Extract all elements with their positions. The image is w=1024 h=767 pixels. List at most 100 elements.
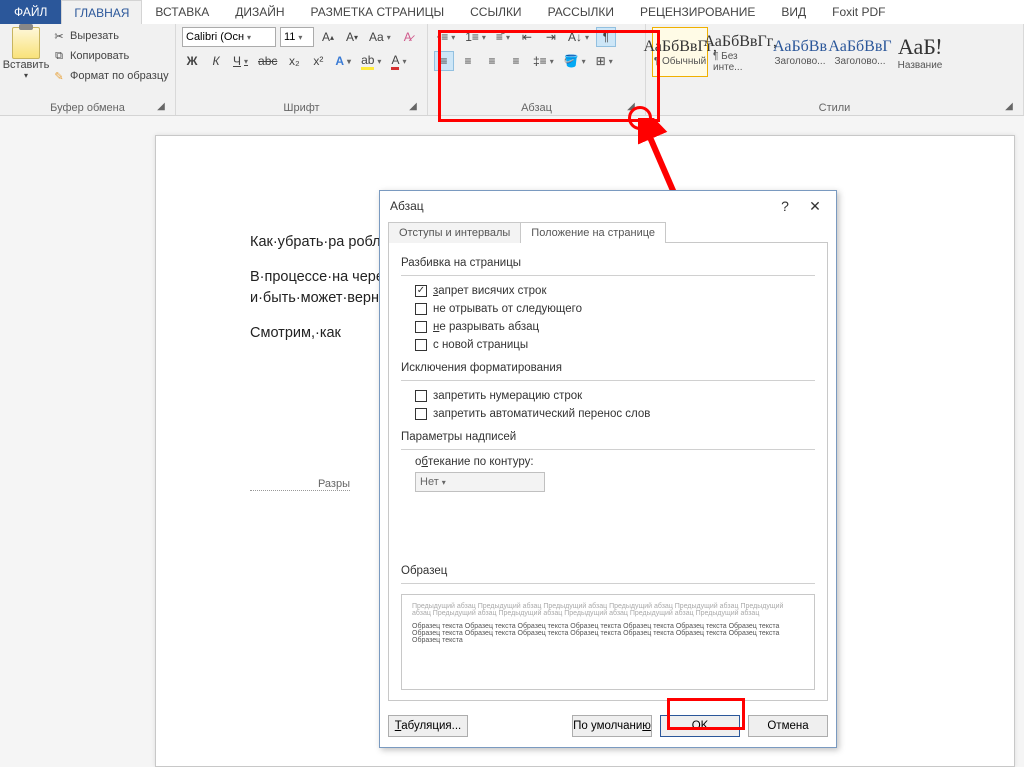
- scissors-icon: ✂: [52, 29, 66, 43]
- line-spacing-button[interactable]: ‡≡: [530, 51, 557, 71]
- borders-button[interactable]: ⊞: [593, 51, 616, 71]
- show-marks-button[interactable]: ¶: [596, 27, 616, 47]
- clipboard-launcher-icon[interactable]: ◢: [155, 101, 167, 113]
- checkbox-icon: [415, 339, 427, 351]
- grow-font-button[interactable]: A▴: [318, 27, 338, 47]
- align-center-button[interactable]: ≡: [458, 51, 478, 71]
- tab-mailings[interactable]: РАССЫЛКИ: [535, 0, 627, 24]
- section-preview: Образец: [401, 565, 815, 577]
- align-right-button[interactable]: ≡: [482, 51, 502, 71]
- checkbox-icon: [415, 321, 427, 333]
- chk-no-hyphenation[interactable]: запретить автоматический перенос слов: [415, 408, 815, 420]
- chk-keep-with-next[interactable]: не отрывать от следующего: [415, 303, 815, 315]
- chk-page-break-before[interactable]: с новой страницы: [415, 339, 815, 351]
- styles-launcher-icon[interactable]: ◢: [1003, 101, 1015, 113]
- chk-widow-control[interactable]: ✓запрет висячих строк: [415, 285, 815, 297]
- paste-icon: [12, 27, 40, 59]
- checkbox-icon: [415, 408, 427, 420]
- superscript-button[interactable]: x²: [308, 51, 328, 71]
- tab-file[interactable]: ФАЙЛ: [0, 0, 61, 24]
- pilcrow-icon: ¶: [603, 30, 609, 44]
- brush-icon: ✎: [52, 69, 66, 83]
- numbering-button[interactable]: 1≡: [462, 27, 489, 47]
- copy-button[interactable]: ⧉Копировать: [52, 47, 169, 65]
- wrap-label: обтекание по контуру:: [415, 456, 815, 468]
- ok-button[interactable]: OK: [660, 715, 740, 737]
- bullets-icon: •≡: [437, 30, 448, 44]
- paste-label: Вставить: [3, 59, 50, 71]
- clear-formatting-button[interactable]: A̷: [398, 27, 418, 47]
- text-effects-button[interactable]: A: [332, 51, 354, 71]
- copy-icon: ⧉: [52, 49, 66, 63]
- indent-icon: ⇥: [546, 30, 556, 44]
- highlight-icon: ab: [361, 53, 374, 70]
- highlight-button[interactable]: ab: [358, 51, 384, 71]
- tab-home[interactable]: ГЛАВНАЯ: [61, 0, 142, 24]
- group-label-clipboard: Буфер обмена◢: [6, 100, 169, 114]
- dialog-title: Абзац: [390, 199, 424, 213]
- chk-suppress-line-numbers[interactable]: запретить нумерацию строк: [415, 390, 815, 402]
- dialog-tab-indents[interactable]: Отступы и интервалы: [388, 222, 521, 243]
- tab-view[interactable]: ВИД: [768, 0, 819, 24]
- checkbox-icon: [415, 390, 427, 402]
- shading-icon: 🪣: [564, 54, 579, 68]
- cut-button[interactable]: ✂Вырезать: [52, 27, 169, 45]
- justify-icon: ≡: [512, 54, 519, 68]
- font-color-icon: A: [391, 53, 399, 70]
- dialog-help-button[interactable]: ?: [770, 198, 800, 214]
- style-normal[interactable]: АаБбВвГг,¶ Обычный: [652, 27, 708, 77]
- font-launcher-icon[interactable]: ◢: [407, 101, 419, 113]
- underline-button[interactable]: Ч: [230, 51, 251, 71]
- paragraph-launcher-icon[interactable]: ◢: [625, 101, 637, 113]
- tab-references[interactable]: ССЫЛКИ: [457, 0, 534, 24]
- format-painter-button[interactable]: ✎Формат по образцу: [52, 67, 169, 85]
- subscript-button[interactable]: x₂: [284, 51, 304, 71]
- align-left-button[interactable]: ≡: [434, 51, 454, 71]
- section-exceptions: Исключения форматирования: [401, 362, 815, 374]
- style-heading2[interactable]: АаБбВвГЗаголово...: [832, 27, 888, 77]
- paste-button[interactable]: Вставить ▾: [6, 27, 46, 80]
- tab-review[interactable]: РЕЦЕНЗИРОВАНИЕ: [627, 0, 768, 24]
- tab-layout[interactable]: РАЗМЕТКА СТРАНИЦЫ: [298, 0, 458, 24]
- bold-button[interactable]: Ж: [182, 51, 202, 71]
- shrink-font-button[interactable]: A▾: [342, 27, 362, 47]
- style-title[interactable]: АаБ!Название: [892, 27, 948, 77]
- font-size-combo[interactable]: 11: [280, 27, 314, 47]
- numbering-icon: 1≡: [465, 30, 479, 44]
- justify-button[interactable]: ≡: [506, 51, 526, 71]
- align-left-icon: ≡: [440, 54, 447, 68]
- multilevel-icon: ≡̄: [496, 30, 503, 44]
- multilevel-button[interactable]: ≡̄: [493, 27, 513, 47]
- chk-keep-lines[interactable]: не разрывать абзац: [415, 321, 815, 333]
- group-label-paragraph: Абзац◢: [434, 100, 639, 114]
- paragraph-dialog: Абзац ? ✕ Отступы и интервалы Положение …: [379, 190, 837, 748]
- tab-insert[interactable]: ВСТАВКА: [142, 0, 222, 24]
- wrap-combo: Нет: [415, 472, 545, 492]
- tabs-button[interactable]: Табуляция...: [388, 715, 468, 737]
- style-no-spacing[interactable]: АаБбВвГг,¶ Без инте...: [712, 27, 768, 77]
- tab-design[interactable]: ДИЗАЙН: [222, 0, 297, 24]
- tab-foxit[interactable]: Foxit PDF: [819, 0, 898, 24]
- style-heading1[interactable]: АаБбВвЗаголово...: [772, 27, 828, 77]
- borders-icon: ⊞: [596, 54, 606, 68]
- dialog-tab-position[interactable]: Положение на странице: [520, 222, 666, 243]
- change-case-button[interactable]: Aa: [366, 27, 394, 47]
- align-center-icon: ≡: [464, 54, 471, 68]
- line-spacing-icon: ‡≡: [533, 54, 547, 68]
- checkbox-checked-icon: ✓: [415, 285, 427, 297]
- dialog-close-button[interactable]: ✕: [800, 198, 830, 215]
- align-right-icon: ≡: [488, 54, 495, 68]
- font-name-combo[interactable]: Calibri (Осн: [182, 27, 276, 47]
- italic-button[interactable]: К: [206, 51, 226, 71]
- decrease-indent-button[interactable]: ⇤: [517, 27, 537, 47]
- sort-button[interactable]: A↓: [565, 27, 592, 47]
- font-color-button[interactable]: A: [388, 51, 409, 71]
- preview-box: Предыдущий абзац Предыдущий абзац Предыд…: [401, 594, 815, 690]
- strike-button[interactable]: abc: [255, 51, 280, 71]
- shading-button[interactable]: 🪣: [561, 51, 589, 71]
- cancel-button[interactable]: Отмена: [748, 715, 828, 737]
- bullets-button[interactable]: •≡: [434, 27, 458, 47]
- increase-indent-button[interactable]: ⇥: [541, 27, 561, 47]
- default-button[interactable]: По умолчанию: [572, 715, 652, 737]
- section-textbox: Параметры надписей: [401, 431, 815, 443]
